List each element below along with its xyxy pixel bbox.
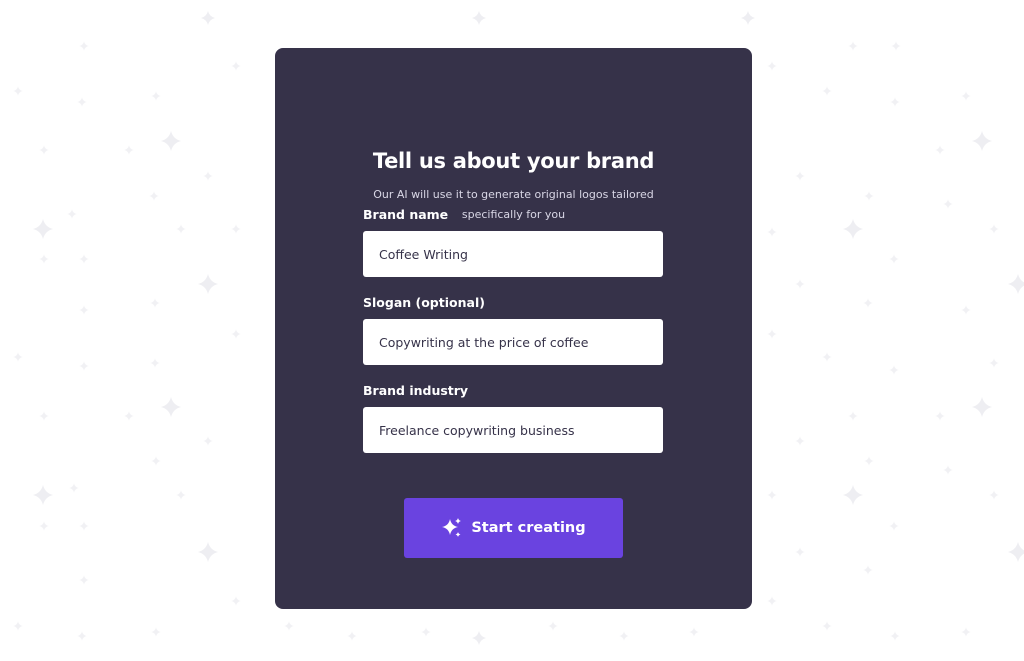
form-subtitle: Our AI will use it to generate original …: [275, 185, 752, 225]
slogan-input[interactable]: [363, 319, 663, 365]
start-creating-label: Start creating: [471, 520, 586, 536]
sparkles-icon: [441, 517, 463, 539]
start-creating-button[interactable]: Start creating: [404, 498, 623, 558]
form-subtitle-line-1: Our AI will use it to generate original …: [373, 188, 654, 201]
form-title: Tell us about your brand: [372, 149, 655, 173]
brand-name-input[interactable]: [363, 231, 663, 277]
brand-industry-input[interactable]: [363, 407, 663, 453]
brand-industry-label: Brand industry: [363, 383, 469, 398]
form-subtitle-line-2: specifically for you: [461, 208, 566, 221]
brand-name-label: Brand name: [363, 207, 449, 222]
slogan-label: Slogan (optional): [363, 295, 485, 310]
brand-form-card: Tell us about your brand Our AI will use…: [275, 48, 752, 609]
